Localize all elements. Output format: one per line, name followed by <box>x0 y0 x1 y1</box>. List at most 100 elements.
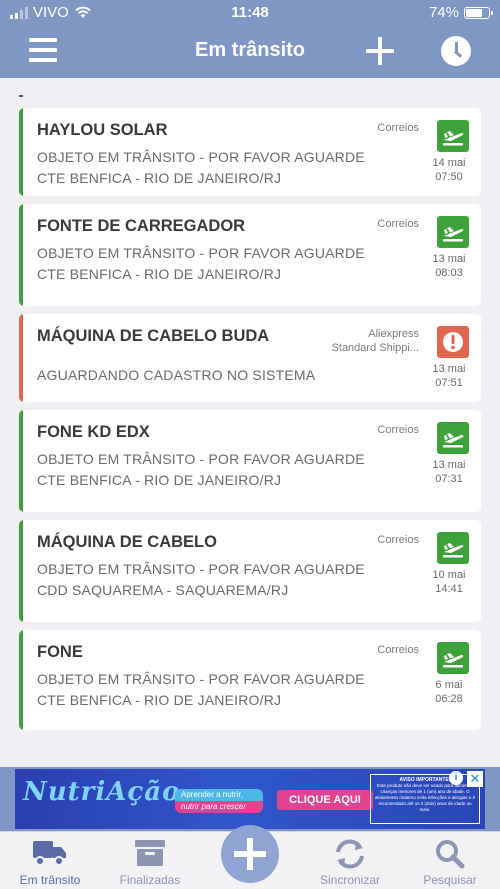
status-line: OBJETO EM TRÂNSITO - POR FAVOR AGUARDE <box>37 671 365 687</box>
date-day: 13 mai <box>432 363 466 375</box>
package-status: OBJETO EM TRÂNSITO - POR FAVOR AGUARDE CT… <box>37 243 365 285</box>
package-date: 13 mai 07:51 <box>429 362 469 390</box>
status-location: CDD SAQUAREMA - SAQUAREMA/RJ <box>37 582 289 598</box>
ad-cta-button[interactable]: CLIQUE AQUI <box>277 790 373 810</box>
carrier-name: Correios <box>377 424 419 436</box>
date-time: 07:51 <box>435 377 463 389</box>
package-card[interactable]: FONE Correios OBJETO EM TRÂNSITO - POR FAV… <box>19 630 481 730</box>
status-location: CTE BENFICA - RIO DE JANEIRO/RJ <box>37 472 282 488</box>
status-line: OBJETO EM TRÂNSITO - POR FAVOR AGUARDE <box>37 149 365 165</box>
status-location: CTE BENFICA - RIO DE JANEIRO/RJ <box>37 692 282 708</box>
ad-notice-text: Este produto não deve ser usado para ali… <box>374 783 476 812</box>
add-button[interactable] <box>221 825 279 883</box>
package-date: 14 mai 07:50 <box>429 156 469 184</box>
package-card[interactable]: FONE KD EDX Correios OBJETO EM TRÂNSITO - … <box>19 410 481 512</box>
carrier-label: Correios <box>377 533 419 547</box>
truck-icon <box>33 841 66 866</box>
package-list: HAYLOU SOLAR Correios OBJETO EM TRÂNSITO -… <box>19 108 481 738</box>
package-card[interactable]: MÁQUINA DE CABELO Correios OBJETO EM TRÂNS… <box>19 520 481 622</box>
package-card[interactable]: FONTE DE CARREGADOR Correios OBJETO EM TRÂ… <box>19 204 481 306</box>
package-date: 10 mai 14:41 <box>429 568 469 596</box>
add-package-icon[interactable] <box>366 37 394 65</box>
package-status: OBJETO EM TRÂNSITO - POR FAVOR AGUARDE CT… <box>37 669 365 711</box>
package-status: OBJETO EM TRÂNSITO - POR FAVOR AGUARDE CT… <box>37 449 365 491</box>
carrier-name: Correios <box>377 644 419 656</box>
tab-label: Sincronizar <box>319 873 381 887</box>
nav-header: Em trânsito <box>0 26 500 78</box>
ad-brand: NutriAção <box>23 777 181 807</box>
ad-banner[interactable]: NutriAção Aprender a nutrir, nutrir para… <box>15 769 485 829</box>
search-icon <box>436 840 465 869</box>
battery-icon <box>464 6 493 19</box>
date-time: 08:03 <box>435 267 463 279</box>
package-status: OBJETO EM TRÂNSITO - POR FAVOR AGUARDE CD… <box>37 559 365 601</box>
ad-tagline-1: Aprender a nutrir, <box>175 789 263 801</box>
plane-icon <box>437 120 469 152</box>
plane-icon <box>437 216 469 248</box>
status-line: OBJETO EM TRÂNSITO - POR FAVOR AGUARDE <box>37 451 365 467</box>
carrier-name: Correios <box>377 122 419 134</box>
date-time: 07:31 <box>435 473 463 485</box>
status-bar: VIVO 11:48 74% <box>0 0 500 26</box>
sync-icon <box>336 839 364 869</box>
status-strip <box>19 108 23 196</box>
ad-info-icon[interactable]: i <box>449 771 463 785</box>
package-name: MÁQUINA DE CABELO <box>37 533 217 551</box>
package-name: MÁQUINA DE CABELO BUDA <box>37 327 270 345</box>
tab-pesquisar[interactable]: Pesquisar <box>400 832 500 889</box>
battery-percent: 74% <box>428 4 459 21</box>
tab-sincronizar[interactable]: Sincronizar <box>300 832 400 889</box>
status-line: OBJETO EM TRÂNSITO - POR FAVOR AGUARDE <box>37 561 365 577</box>
carrier-label: Correios <box>377 423 419 437</box>
package-status: OBJETO EM TRÂNSITO - POR FAVOR AGUARDE CT… <box>37 147 365 189</box>
carrier-label: Correios <box>377 217 419 231</box>
carrier-label: Aliexpress Standard Shippi... <box>332 327 419 355</box>
date-day: 14 mai <box>432 157 466 169</box>
date-day: 13 mai <box>432 459 466 471</box>
ad-close-icon[interactable]: ✕ <box>467 771 483 787</box>
date-time: 06:28 <box>435 693 463 705</box>
date-day: 6 mai <box>435 679 463 691</box>
package-date: 6 mai 06:28 <box>429 678 469 706</box>
tab-em-transito[interactable]: Em trânsito <box>0 832 100 889</box>
plane-icon <box>437 532 469 564</box>
package-name: FONE <box>37 643 83 661</box>
plane-icon <box>437 422 469 454</box>
scroll-remnant <box>19 95 23 97</box>
tab-label: Em trânsito <box>19 873 81 887</box>
plane-icon <box>437 642 469 674</box>
date-time: 07:50 <box>435 171 463 183</box>
carrier-label: Correios <box>377 643 419 657</box>
status-line: AGUARDANDO CADASTRO NO SISTEMA <box>37 367 316 383</box>
package-name: HAYLOU SOLAR <box>37 121 168 139</box>
status-strip <box>19 204 23 306</box>
alert-icon <box>437 326 469 358</box>
package-card[interactable]: HAYLOU SOLAR Correios OBJETO EM TRÂNSITO -… <box>19 108 481 196</box>
carrier-service: Standard Shippi... <box>331 342 419 354</box>
package-name: FONE KD EDX <box>37 423 150 441</box>
tab-label: Pesquisar <box>423 873 477 887</box>
status-location: CTE BENFICA - RIO DE JANEIRO/RJ <box>37 266 282 282</box>
ad-notice: AVISO IMPORTANTE: Este produto não deve … <box>370 774 480 824</box>
date-day: 13 mai <box>432 253 466 265</box>
carrier-name: Correios <box>377 534 419 546</box>
tab-label: Finalizadas <box>119 873 181 887</box>
archive-icon <box>135 840 165 866</box>
status-location: CTE BENFICA - RIO DE JANEIRO/RJ <box>37 170 282 186</box>
status-strip <box>19 410 23 512</box>
tab-finalizadas[interactable]: Finalizadas <box>100 832 200 889</box>
page-title: Em trânsito <box>194 39 306 61</box>
ad-tagline-2: nutrir para crescer <box>175 801 263 813</box>
package-list-area[interactable]: HAYLOU SOLAR Correios OBJETO EM TRÂNSITO -… <box>0 78 500 767</box>
history-clock-icon[interactable] <box>441 36 471 66</box>
package-status: AGUARDANDO CADASTRO NO SISTEMA <box>37 365 315 386</box>
carrier-name: Aliexpress <box>368 328 419 340</box>
status-strip <box>19 314 23 402</box>
status-line: OBJETO EM TRÂNSITO - POR FAVOR AGUARDE <box>37 245 365 261</box>
date-time: 14:41 <box>435 583 463 595</box>
carrier-name: Correios <box>377 218 419 230</box>
carrier-label: Correios <box>377 121 419 135</box>
package-card[interactable]: MÁQUINA DE CABELO BUDA Aliexpress Standard… <box>19 314 481 402</box>
date-day: 10 mai <box>432 569 466 581</box>
package-date: 13 mai 08:03 <box>429 252 469 280</box>
